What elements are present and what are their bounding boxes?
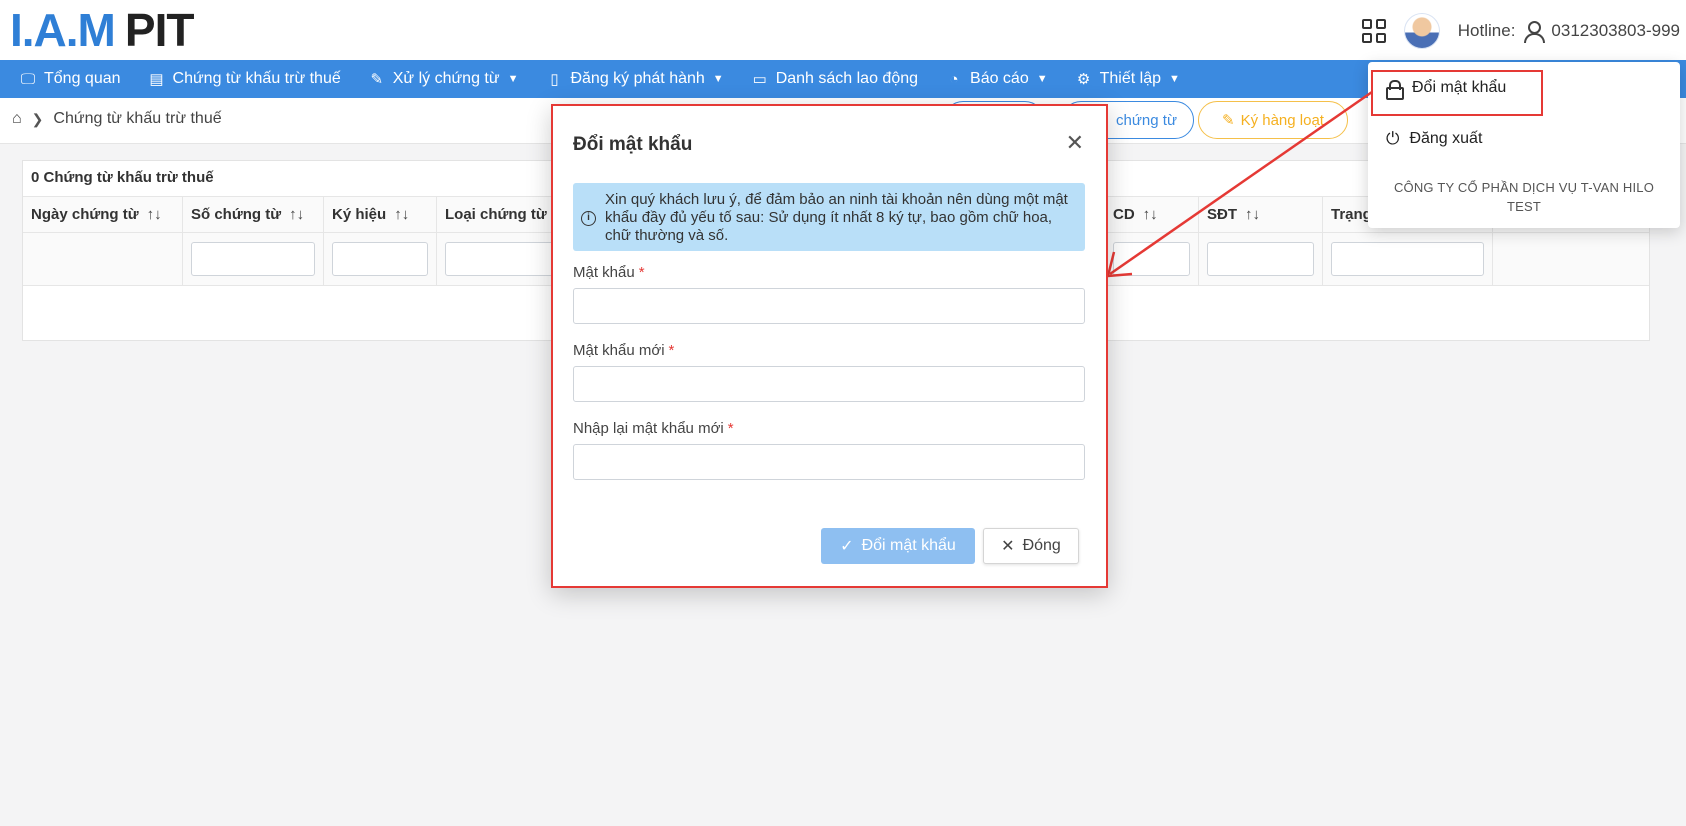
new-password-field[interactable] [573,366,1085,402]
calendar-icon: ▤ [149,71,164,88]
header-right: Hotline: 0312303803-999 [1361,10,1686,52]
password-label: Mật khẩu * [573,264,645,281]
nav-label: Đăng ký phát hành [570,70,705,87]
chevron-down-icon: ▼ [507,73,519,85]
column-header[interactable]: SĐT ↑↓ [1199,197,1323,233]
logo-iam: I.A.M [10,4,116,56]
nav-label: Thiết lập [1099,70,1161,87]
filter-cell [183,233,324,285]
gear-icon: ⚙ [1076,71,1091,88]
sort-icon[interactable]: ↑↓ [147,206,162,223]
submit-label: Đổi mật khẩu [861,537,956,554]
filter-cell [1105,233,1199,285]
chevron-down-icon: ▼ [712,73,724,85]
change-password-menu-item[interactable]: Đổi mật khẩu [1386,79,1507,100]
filter-cell-empty [1493,233,1649,285]
ky-hang-loat-button[interactable]: ✎ Ký hàng loạt [1198,101,1348,139]
avatar[interactable] [1403,13,1440,49]
logout-menu-item[interactable]: ⏻ Đăng xuất [1386,129,1482,149]
sign-icon: ✎ [1222,112,1235,129]
sort-icon[interactable]: ↑↓ [289,206,304,223]
chart-icon: ◔ [949,70,959,88]
info-icon: i [581,211,596,226]
table-title: 0 Chứng từ khấu trừ thuế [31,169,214,186]
dialog-title: Đổi mật khẩu [573,134,693,155]
user-menu: Đổi mật khẩu ⏻ Đăng xuất CÔNG TY CỔ PHẦN… [1368,62,1680,228]
check-icon: ✓ [840,538,854,555]
change-password-submit-button[interactable]: ✓ Đổi mật khẩu [821,528,975,564]
hotline-label: Hotline: [1457,21,1516,40]
x-icon: ✕ [1001,538,1015,555]
nav-label: Báo cáo [970,70,1029,87]
pen-icon: ✎ [370,71,384,88]
nav-label: Chứng từ khấu trừ thuế [172,70,341,87]
close-icon[interactable]: ✕ [1066,132,1084,154]
column-header[interactable]: Ký hiệu ↑↓ [324,197,437,233]
column-header[interactable]: CD ↑↓ [1105,197,1199,233]
nav-item-xu-ly[interactable]: ✎ Xử lý chứng từ ▼ [369,70,519,88]
filter-input[interactable] [1113,242,1190,276]
sort-icon[interactable]: ↑↓ [1245,206,1260,223]
logo-pit: PIT [124,4,195,56]
notice-text: Xin quý khách lưu ý, để đảm bảo an ninh … [605,191,1068,244]
change-password-label: Đổi mật khẩu [1412,79,1507,96]
nav-item-lao-dong[interactable]: ▭ Danh sách lao động [752,70,918,88]
filter-input[interactable] [1331,242,1484,276]
chevron-down-icon: ▼ [1036,73,1048,85]
confirm-password-label: Nhập lại mật khẩu mới * [573,420,734,437]
confirm-password-field[interactable] [573,444,1085,480]
chevron-right-icon: ❯ [31,110,44,127]
column-header[interactable]: Số chứng từ ↑↓ [183,197,324,233]
nav-item-thiet-lap[interactable]: ⚙ Thiết lập ▼ [1076,70,1180,88]
lock-icon [1386,80,1404,100]
breadcrumb: ⌂ ❯ Chứng từ khấu trừ thuế [12,110,222,128]
filter-input[interactable] [332,242,428,276]
nav-label: Xử lý chứng từ [392,70,500,87]
filter-cell-empty [23,233,183,285]
breadcrumb-current: Chứng từ khấu trừ thuế [53,110,222,127]
nav-item-tong-quan[interactable]: 🖵 Tổng quan [20,70,121,88]
chevron-down-icon: ▼ [1169,73,1180,85]
home-icon[interactable]: ⌂ [12,110,22,128]
id-card-icon: ▭ [752,71,767,88]
nav-item-bao-cao[interactable]: ◔ Báo cáo ▼ [946,70,1048,88]
filter-cell [324,233,437,285]
column-header[interactable]: Ngày chứng từ ↑↓ [23,197,183,233]
new-password-label: Mật khẩu mới * [573,342,675,359]
logout-label: Đăng xuất [1409,130,1483,147]
power-icon: ⏻ [1386,129,1400,148]
user-icon[interactable] [1521,19,1546,43]
ky-hang-loat-label: Ký hàng loạt [1240,111,1324,129]
change-password-dialog: Đổi mật khẩu ✕ i Xin quý khách lưu ý, để… [551,104,1108,588]
filter-input[interactable] [191,242,315,276]
hotline: Hotline: 0312303803-999 [1458,19,1680,43]
app-logo[interactable]: I.A.M PIT [10,4,195,56]
apps-grid-icon[interactable] [1361,19,1386,43]
nav-label: Tổng quan [44,70,121,87]
app-header: I.A.M PIT Hotline: 0312303803-999 [0,0,1686,60]
sort-icon[interactable]: ↑↓ [394,206,409,223]
company-name: CÔNG TY CỔ PHẦN DỊCH VỤ T-VAN HILO TEST [1393,180,1655,214]
filter-cell [1323,233,1493,285]
toolbar-chung-tu-label: chứng từ [1116,111,1177,129]
nav-item-dang-ky[interactable]: ▯ Đăng ký phát hành ▼ [546,70,723,88]
filter-cell [1199,233,1323,285]
password-field[interactable] [573,288,1085,324]
nav-item-chung-tu[interactable]: ▤ Chứng từ khấu trừ thuế [149,70,341,88]
password-notice: i Xin quý khách lưu ý, để đảm bảo an nin… [573,183,1085,251]
nav-label: Danh sách lao động [775,70,919,87]
close-button[interactable]: ✕ Đóng [983,528,1079,564]
filter-input[interactable] [1207,242,1314,276]
hotline-number: 0312303803-999 [1551,21,1680,40]
monitor-icon: 🖵 [20,70,36,88]
file-icon: ▯ [550,71,559,88]
sort-icon[interactable]: ↑↓ [1143,206,1158,223]
close-label: Đóng [1022,537,1061,554]
